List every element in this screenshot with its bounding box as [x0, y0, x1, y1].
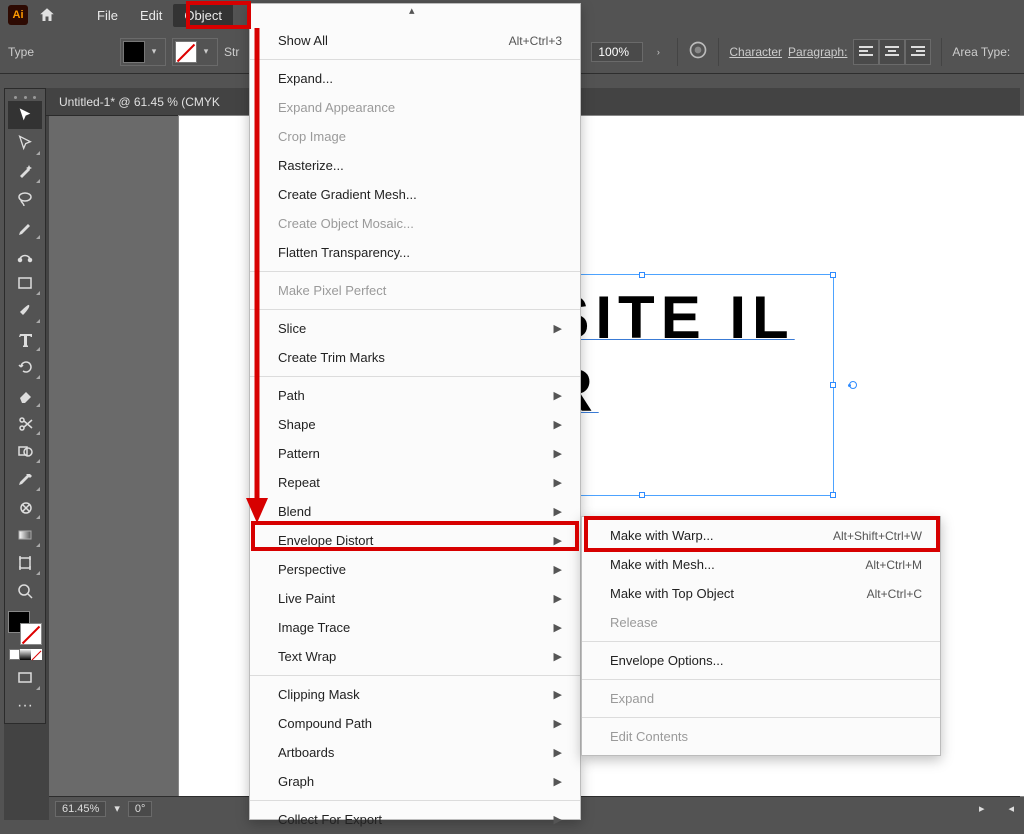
panel-grip-icon[interactable] [14, 96, 36, 99]
object-menu-item[interactable]: Repeat▶ [250, 468, 580, 497]
rectangle-tool[interactable] [8, 269, 42, 297]
direct-selection-tool[interactable] [8, 129, 42, 157]
character-link[interactable]: Character [729, 45, 782, 59]
menu-file[interactable]: File [86, 4, 129, 27]
screen-mode-tool[interactable] [8, 664, 42, 692]
area-type-label: Area Type: [952, 45, 1010, 59]
shape-builder-tool[interactable] [8, 437, 42, 465]
status-zoom[interactable]: 61.45% [55, 801, 106, 817]
nav-first-icon[interactable]: ▸ [979, 802, 985, 815]
paragraph-link[interactable]: Paragraph: [788, 45, 847, 59]
object-menu-item[interactable]: Blend▶ [250, 497, 580, 526]
nav-prev-icon[interactable]: ◂ [1008, 802, 1014, 815]
home-icon[interactable] [38, 6, 56, 24]
align-center-icon[interactable] [879, 39, 905, 65]
fill-stroke-icon[interactable] [8, 611, 42, 645]
curvature-tool[interactable] [8, 241, 42, 269]
artboard-tool[interactable] [8, 549, 42, 577]
object-menu-item[interactable]: Show AllAlt+Ctrl+3 [250, 26, 580, 55]
paintbrush-tool[interactable] [8, 297, 42, 325]
zoom-tool[interactable] [8, 577, 42, 605]
menu-edit[interactable]: Edit [129, 4, 173, 27]
envelope-menu-item[interactable]: Make with Top ObjectAlt+Ctrl+C [582, 579, 940, 608]
align-right-icon[interactable] [905, 39, 931, 65]
object-menu: ▴ Show AllAlt+Ctrl+3 Expand...Expand Appe… [249, 3, 581, 820]
object-menu-item[interactable]: Perspective▶ [250, 555, 580, 584]
document-tab[interactable]: Untitled-1* @ 61.45 % (CMYK [59, 95, 220, 109]
magic-wand-tool[interactable] [8, 157, 42, 185]
object-menu-item[interactable]: Envelope Distort▶ [250, 526, 580, 555]
object-menu-item[interactable]: Image Trace▶ [250, 613, 580, 642]
align-left-icon[interactable] [853, 39, 879, 65]
eraser-tool[interactable] [8, 381, 42, 409]
object-menu-item: Expand Appearance [250, 93, 580, 122]
object-menu-item[interactable]: Text Wrap▶ [250, 642, 580, 671]
object-menu-item[interactable]: Pattern▶ [250, 439, 580, 468]
object-menu-item[interactable]: Path▶ [250, 381, 580, 410]
envelope-menu-item[interactable]: Make with Warp...Alt+Shift+Ctrl+W [582, 521, 940, 550]
rotate-tool[interactable] [8, 353, 42, 381]
object-menu-item[interactable]: Live Paint▶ [250, 584, 580, 613]
selection-tool[interactable] [8, 101, 42, 129]
object-menu-item[interactable]: Create Gradient Mesh... [250, 180, 580, 209]
zoom-dd-icon[interactable]: ▾ [114, 802, 120, 815]
tools-panel: ··· [4, 88, 46, 724]
object-menu-item[interactable]: Compound Path▶ [250, 709, 580, 738]
envelope-menu-item: Expand [582, 684, 940, 713]
object-menu-item[interactable]: Flatten Transparency... [250, 238, 580, 267]
object-menu-item[interactable]: Shape▶ [250, 410, 580, 439]
scissors-tool[interactable] [8, 409, 42, 437]
eyedropper-tool[interactable] [8, 465, 42, 493]
scroll-up-icon[interactable]: ▴ [409, 4, 415, 17]
object-menu-item: Create Object Mosaic... [250, 209, 580, 238]
fill-swatch[interactable]: ▾ [120, 38, 166, 66]
ai-logo-icon: Ai [8, 5, 28, 25]
object-menu-item: Crop Image [250, 122, 580, 151]
object-menu-item[interactable]: Collect For Export▶ [250, 805, 580, 834]
type-tool[interactable] [8, 325, 42, 353]
color-wheel-icon[interactable] [688, 40, 708, 63]
object-menu-item[interactable]: Rasterize... [250, 151, 580, 180]
envelope-menu-item[interactable]: Make with Mesh...Alt+Ctrl+M [582, 550, 940, 579]
zoom-step[interactable]: › [649, 47, 667, 57]
object-menu-item[interactable]: Graph▶ [250, 767, 580, 796]
menu-object[interactable]: Object [173, 4, 233, 27]
object-menu-item[interactable]: Expand... [250, 64, 580, 93]
type-label: Type [8, 45, 34, 59]
align-group [853, 39, 931, 65]
pen-tool[interactable] [8, 213, 42, 241]
object-menu-item: Make Pixel Perfect [250, 276, 580, 305]
zoom-field[interactable]: 100% [591, 42, 643, 62]
envelope-menu-item[interactable]: Envelope Options... [582, 646, 940, 675]
edit-toolbar[interactable]: ··· [8, 692, 42, 720]
envelope-distort-submenu: Make with Warp...Alt+Shift+Ctrl+WMake wi… [581, 516, 941, 756]
object-menu-item[interactable]: Create Trim Marks [250, 343, 580, 372]
object-menu-item[interactable]: Artboards▶ [250, 738, 580, 767]
object-menu-item[interactable]: Slice▶ [250, 314, 580, 343]
status-rotate[interactable]: 0° [128, 801, 153, 817]
object-menu-item[interactable]: Clipping Mask▶ [250, 680, 580, 709]
color-mode-icons[interactable] [9, 649, 42, 660]
lasso-tool[interactable] [8, 185, 42, 213]
gradient-tool[interactable] [8, 521, 42, 549]
envelope-menu-item: Release [582, 608, 940, 637]
envelope-menu-item: Edit Contents [582, 722, 940, 751]
symbol-sprayer-tool[interactable] [8, 493, 42, 521]
stroke-swatch[interactable]: ▾ [172, 38, 218, 66]
stroke-label: Str [224, 45, 239, 59]
